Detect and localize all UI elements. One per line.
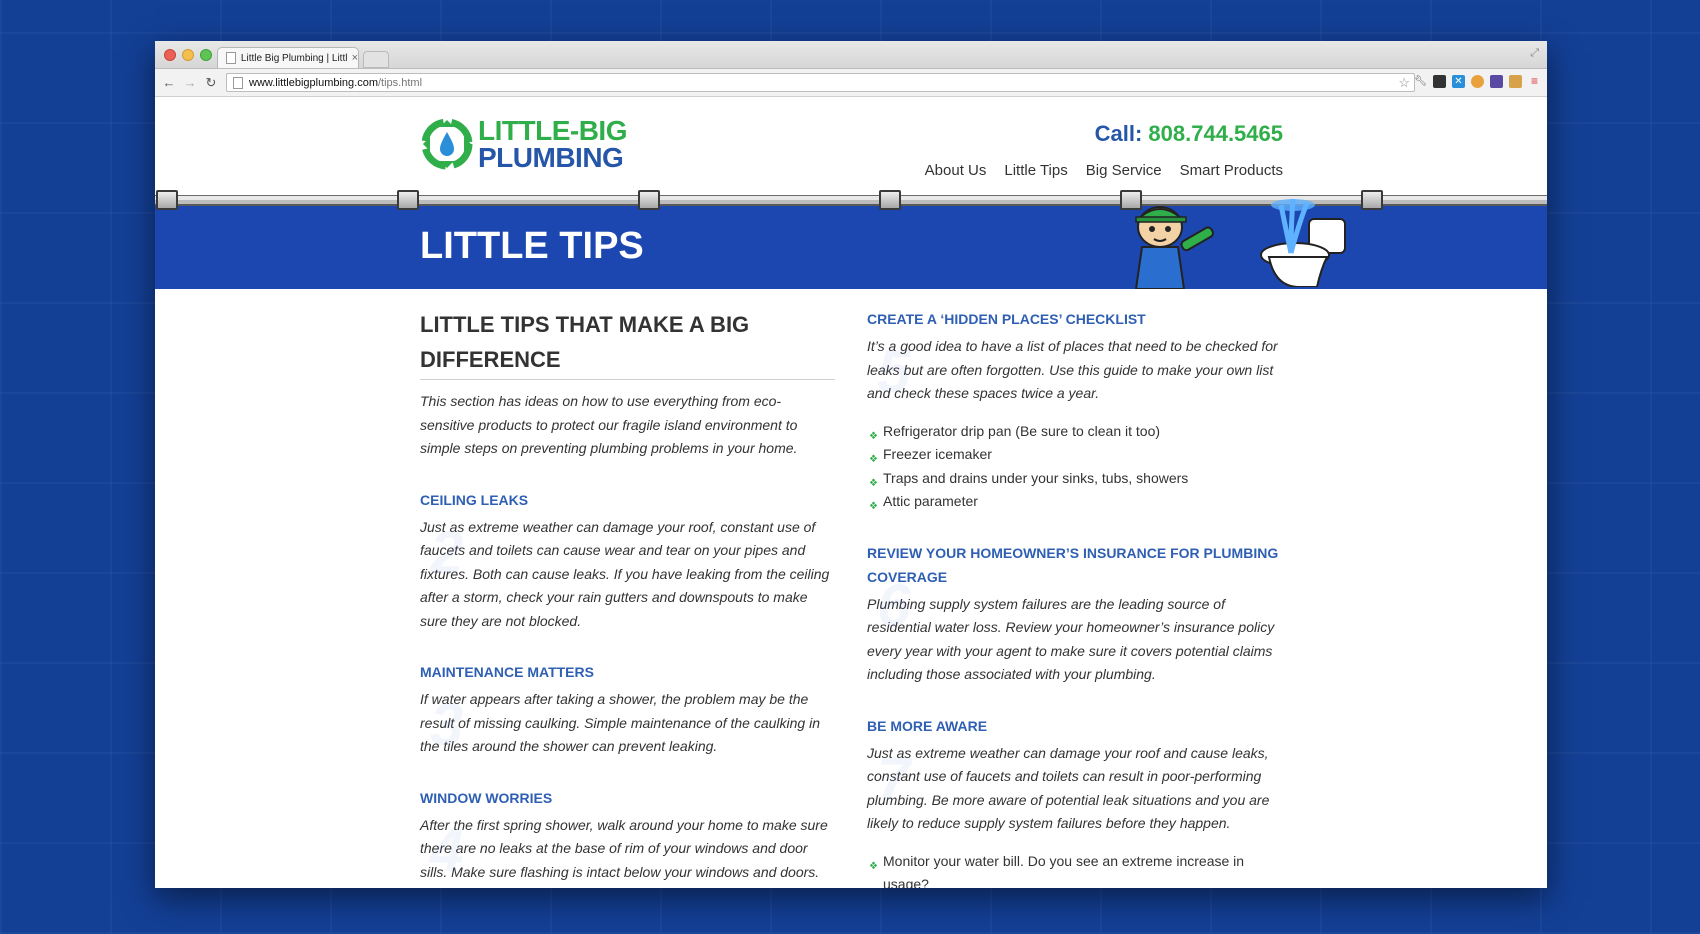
page-title: LITTLE TIPS <box>420 225 644 267</box>
wrench-icon[interactable]: 🔧︎ <box>1414 75 1427 88</box>
nav-big-service[interactable]: Big Service <box>1086 162 1162 179</box>
nav-little-tips[interactable]: Little Tips <box>1004 162 1067 179</box>
pipe-joint <box>879 190 901 210</box>
reload-icon[interactable]: ↻ <box>204 75 218 91</box>
page-content: LITTLE TIPS THAT MAKE A BIG DIFFERENCE T… <box>155 289 1547 888</box>
main-nav: About Us Little Tips Big Service Smart P… <box>925 162 1283 179</box>
tip-title: WINDOW WORRIES <box>420 789 553 806</box>
purple-extension-icon[interactable] <box>1490 75 1503 88</box>
page-icon <box>233 76 243 89</box>
pipe-joint <box>638 190 660 210</box>
call-label: Call: <box>1094 121 1143 146</box>
recycle-drop-logo-icon <box>421 118 473 170</box>
checklist: ❖ Refrigerator drip pan (Be sure to clean… <box>867 420 1282 514</box>
pipe-joint <box>156 190 178 210</box>
browser-tab[interactable]: Little Big Plumbing | Little × <box>217 47 359 68</box>
tip-item: 3 MAINTENANCE MATTERS If water appears a… <box>420 660 835 759</box>
close-window-button[interactable] <box>164 49 176 61</box>
nav-about-us[interactable]: About Us <box>925 162 987 179</box>
bullet-icon: ❖ <box>869 860 878 872</box>
site-header: LITTLE-BIG PLUMBING Call: 808.744.5465 A… <box>155 97 1547 195</box>
list-item-text: Monitor your water bill. Do you see an e… <box>883 852 1245 889</box>
window-controls <box>164 49 212 61</box>
page-banner: LITTLE TIPS <box>155 190 1547 289</box>
bullet-icon: ❖ <box>869 501 878 512</box>
tab-title: Little Big Plumbing | Little <box>240 52 348 64</box>
tip-body: Just as extreme weather can damage your … <box>867 744 1270 832</box>
pipe-joint <box>397 190 419 210</box>
tip-title: MAINTENANCE MATTERS <box>420 664 594 680</box>
list-item: ❖ Freezer icemaker <box>867 443 1282 467</box>
new-tab-button[interactable] <box>363 51 389 68</box>
left-column: LITTLE TIPS THAT MAKE A BIG DIFFERENCE T… <box>420 307 835 884</box>
back-icon[interactable]: ← <box>162 75 176 90</box>
right-column: 5 CREATE A ‘HIDDEN PLACES’ CHECKLIST It’… <box>867 307 1282 888</box>
list-item: ❖ Refrigerator drip pan (Be sure to clean… <box>867 420 1282 444</box>
plumber-mascot-icon <box>1134 206 1214 289</box>
phone-number: 808.744.5465 <box>1148 121 1283 146</box>
tip-item: 6 REVIEW YOUR HOMEOWNER’S INSURANCE FOR … <box>867 541 1282 687</box>
tip-body: If water appears after taking a shower, … <box>420 691 820 754</box>
tip-title: CEILING LEAKS <box>420 491 529 508</box>
bag-extension-icon[interactable] <box>1509 75 1522 88</box>
close-tab-icon[interactable]: × <box>352 52 358 64</box>
tip-body: Just as extreme weather can damage your … <box>420 518 830 629</box>
extension-icons: 🔧︎ ✕ ≡ <box>1414 75 1541 88</box>
zoom-window-button[interactable] <box>200 49 212 61</box>
list-item: ❖ Attic parameter <box>867 490 1282 514</box>
section-intro: This section has ideas on how to use eve… <box>420 393 798 456</box>
logo-line-1: LITTLE-BIG <box>478 115 627 146</box>
section-heading: LITTLE TIPS THAT MAKE A BIG DIFFERENCE <box>420 307 835 380</box>
tab-bar: Little Big Plumbing | Little × ⤢ <box>155 41 1547 69</box>
browser-window: Little Big Plumbing | Little × ⤢ ← → ↻ w… <box>155 41 1547 888</box>
tip-item: 2 CEILING LEAKS Just as extreme weather … <box>420 488 835 634</box>
list-item-text: Traps and drains under your sinks, tubs,… <box>883 469 1189 486</box>
phone-callout[interactable]: Call: 808.744.5465 <box>1095 121 1283 147</box>
tip-item: 7 BE MORE AWARE Just as extreme weather … <box>867 714 1282 889</box>
minimize-window-button[interactable] <box>182 49 194 61</box>
tip-item: 5 CREATE A ‘HIDDEN PLACES’ CHECKLIST It’… <box>867 307 1282 514</box>
x-extension-icon[interactable]: ✕ <box>1452 75 1465 88</box>
tip-title: REVIEW YOUR HOMEOWNER’S INSURANCE FOR PL… <box>867 544 1279 585</box>
checklist: ❖ Monitor your water bill. Do you see an … <box>867 850 1282 889</box>
tip-title: CREATE A ‘HIDDEN PLACES’ CHECKLIST <box>867 311 1146 327</box>
list-item-text: Attic parameter <box>883 493 978 509</box>
tip-title: BE MORE AWARE <box>867 717 988 734</box>
nav-smart-products[interactable]: Smart Products <box>1180 162 1283 179</box>
logo-line-2: PLUMBING <box>478 142 624 173</box>
tip-item: 4 WINDOW WORRIES After the first spring … <box>420 786 835 885</box>
url-path: /tips.html <box>378 76 423 89</box>
address-bar[interactable]: www.littlebigplumbing.com/tips.html ☆ <box>226 73 1415 92</box>
logo-wordmark: LITTLE-BIG PLUMBING <box>478 115 627 173</box>
list-item: ❖ Monitor your water bill. Do you see an … <box>867 850 1282 889</box>
site-logo[interactable]: LITTLE-BIG PLUMBING <box>420 115 627 173</box>
pocket-extension-icon[interactable] <box>1433 75 1446 88</box>
browser-toolbar: ← → ↻ www.littlebigplumbing.com/tips.htm… <box>155 69 1547 97</box>
forward-icon[interactable]: → <box>183 75 197 90</box>
color-extension-icon[interactable] <box>1471 75 1484 88</box>
tip-body: After the first spring shower, walk arou… <box>420 816 828 880</box>
tip-body: Plumbing supply system failures are the … <box>867 595 1275 683</box>
list-item-text: Freezer icemaker <box>883 446 992 462</box>
list-item-text: Refrigerator drip pan (Be sure to clean … <box>883 422 1161 439</box>
bookmark-star-icon[interactable]: ☆ <box>1398 75 1410 91</box>
page-icon <box>226 52 236 64</box>
tip-body: It’s a good idea to have a list of place… <box>867 338 1278 401</box>
toilet-icon <box>1260 198 1346 287</box>
pipe-joint <box>1361 190 1383 210</box>
menu-icon[interactable]: ≡ <box>1528 75 1541 88</box>
fullscreen-icon[interactable]: ⤢ <box>1530 47 1539 60</box>
list-item: ❖ Traps and drains under your sinks, tubs… <box>867 467 1282 491</box>
url-host: www.littlebigplumbing.com <box>249 76 378 89</box>
